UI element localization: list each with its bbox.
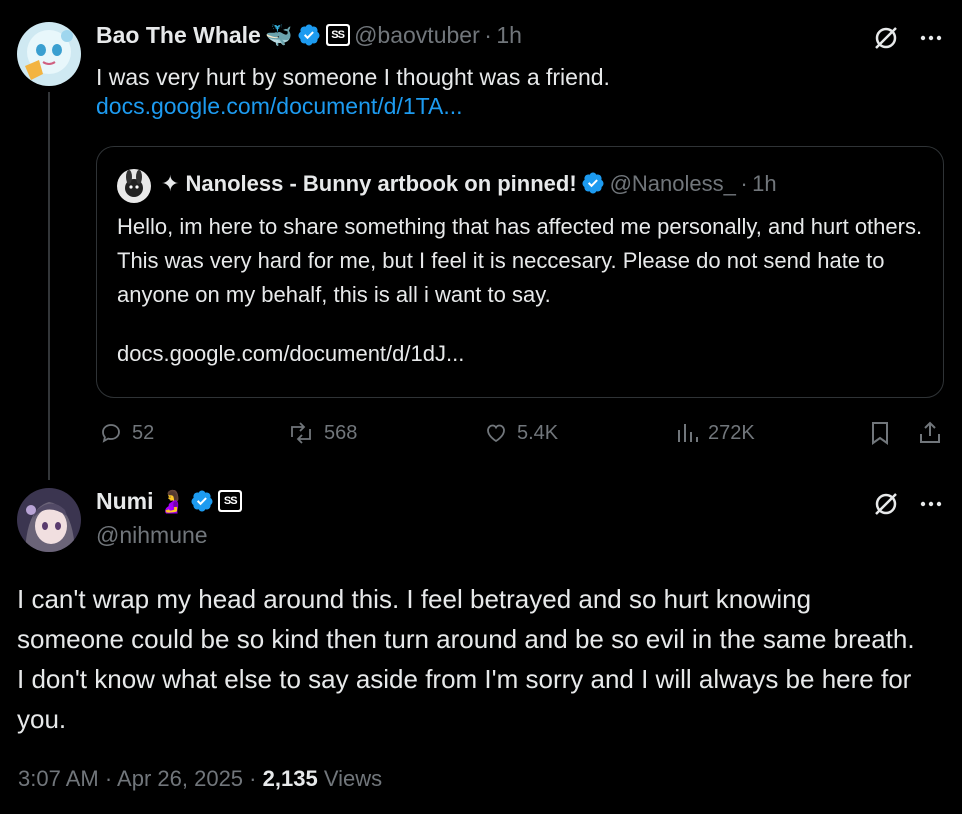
avatar-bao-image [17, 22, 81, 86]
author-name[interactable]: Bao The Whale [96, 22, 261, 48]
quoted-post[interactable]: ✦ Nanoless - Bunny artbook on pinned! @N… [96, 146, 944, 398]
author-name[interactable]: Numi [96, 488, 154, 514]
like-count: 5.4K [517, 421, 559, 444]
avatar-nanoless [117, 169, 151, 203]
quoted-author-name: ✦ Nanoless - Bunny artbook on pinned! [161, 171, 577, 196]
post-time[interactable]: 1h [496, 22, 522, 48]
quoted-post-time: 1h [752, 171, 777, 196]
views-count: 2,135 [262, 766, 318, 791]
views-label: Views [323, 766, 383, 791]
grok-icon[interactable] [872, 490, 900, 523]
post-timestamp[interactable]: 3:07 AM · Apr 26, 2025 [18, 766, 243, 791]
bookmark-icon[interactable] [868, 420, 892, 451]
repost-icon [291, 422, 311, 444]
affiliate-badge-icon[interactable]: SS [218, 490, 243, 512]
separator-dot: · [740, 171, 748, 196]
quoted-post-header: ✦ Nanoless - Bunny artbook on pinned! @N… [161, 171, 777, 197]
like-button[interactable]: 5.4K [483, 418, 558, 448]
verified-badge-icon [582, 172, 604, 194]
heart-icon [487, 424, 505, 443]
views-button[interactable]: 272K [676, 418, 755, 448]
post-text: I can't wrap my head around this. I feel… [17, 584, 915, 734]
post-text: I was very hurt by someone I thought was… [96, 64, 610, 90]
quoted-post-link: docs.google.com/document/d/1dJ... [117, 341, 465, 366]
separator-dot: · [249, 766, 257, 791]
post-meta: 3:07 AM · Apr 26, 2025 · 2,135 Views [18, 766, 382, 792]
repost-button[interactable]: 568 [286, 418, 357, 448]
post-bao-header: Bao The Whale 🐳 SS @baovtuber · 1h [96, 22, 522, 52]
quoted-author-handle: @Nanoless_ [609, 171, 736, 196]
avatar-numi[interactable] [17, 488, 81, 552]
avatar-numi-image [17, 488, 81, 552]
post-link[interactable]: docs.google.com/document/d/1TA... [96, 93, 463, 120]
reply-icon [102, 424, 120, 443]
share-icon[interactable] [918, 420, 942, 451]
verified-badge-icon[interactable] [297, 23, 321, 47]
affiliate-badge-icon[interactable]: SS [325, 24, 350, 46]
author-handle[interactable]: @nihmune [96, 522, 208, 549]
verified-badge-icon[interactable] [190, 489, 214, 513]
post-numi-header: Numi 🤰 SS [96, 488, 243, 515]
pregnant-emoji: 🤰 [157, 489, 186, 514]
more-options-icon[interactable] [918, 492, 944, 521]
grok-icon[interactable] [872, 24, 900, 57]
more-options-icon[interactable] [918, 26, 944, 55]
views-count: 272K [708, 421, 755, 444]
quoted-post-text: Hello, im here to share something that h… [117, 214, 923, 307]
whale-emoji: 🐳 [265, 23, 293, 48]
analytics-icon [678, 424, 698, 442]
author-handle[interactable]: @baovtuber [354, 22, 480, 48]
reply-button[interactable]: 52 [98, 418, 154, 448]
repost-count: 568 [324, 421, 358, 444]
avatar-bao[interactable] [17, 22, 81, 86]
thread-connector-line [48, 92, 50, 480]
separator-dot: · [484, 22, 492, 48]
reply-count: 52 [132, 421, 155, 444]
